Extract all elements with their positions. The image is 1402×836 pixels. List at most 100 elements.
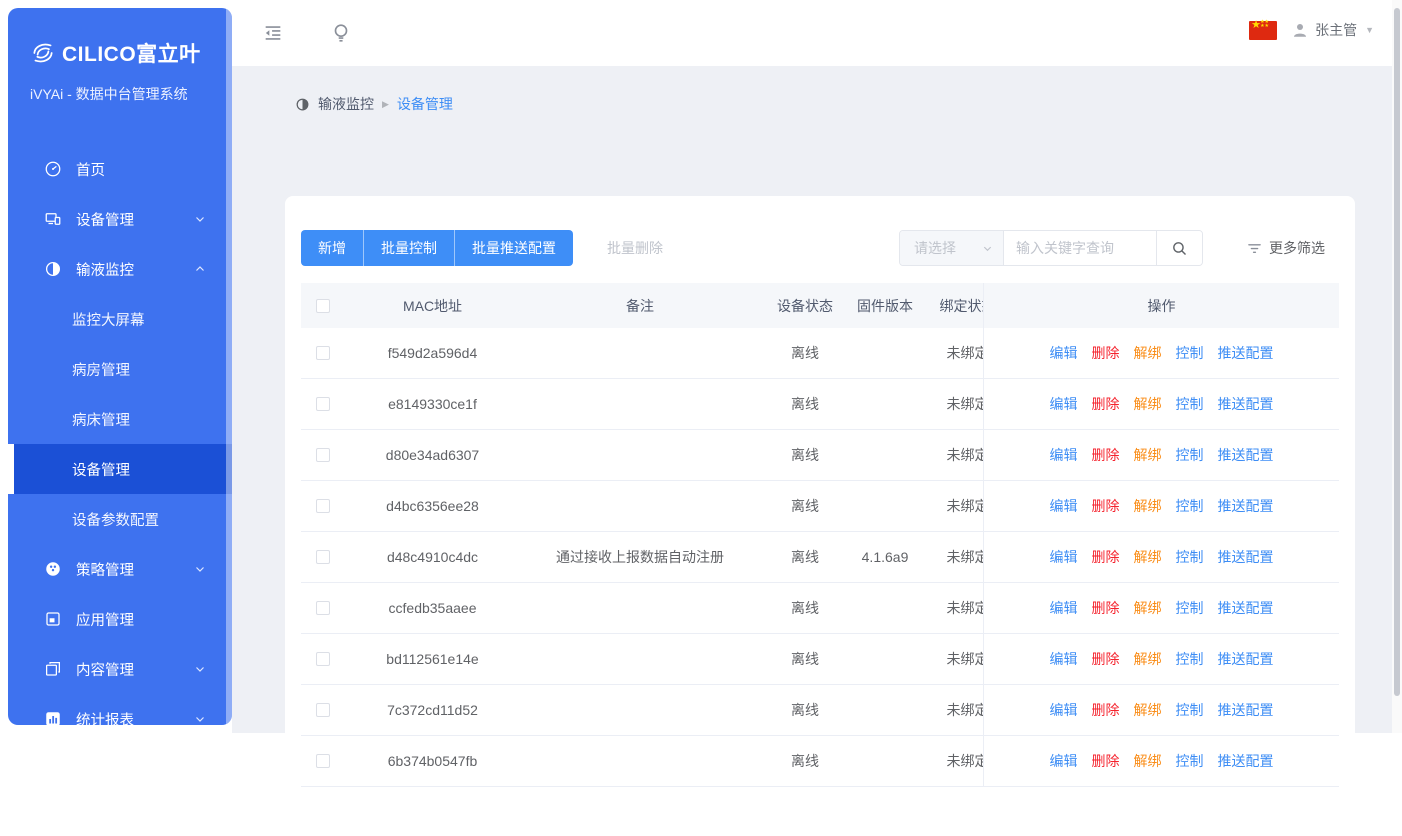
push-config-link[interactable]: 推送配置 — [1218, 496, 1274, 516]
delete-link[interactable]: 删除 — [1092, 649, 1120, 669]
control-link[interactable]: 控制 — [1176, 649, 1204, 669]
sidebar-subitem-monitor-screen[interactable]: 监控大屏幕 — [8, 294, 232, 344]
china-flag-icon[interactable]: ★ ★★★★ — [1249, 21, 1277, 40]
breadcrumb-page[interactable]: 设备管理 — [397, 94, 453, 114]
user-menu[interactable]: 张主管 ▼ — [1291, 20, 1374, 40]
table-body: f549d2a596d4 离线 未绑定 编辑 删除 解绑 控制 推送配置 e81… — [301, 328, 1339, 787]
push-config-link[interactable]: 推送配置 — [1218, 751, 1274, 771]
sidebar-item-infusion-monitor[interactable]: 输液监控 — [8, 244, 232, 294]
batch-control-button[interactable]: 批量控制 — [363, 230, 454, 266]
row-checkbox[interactable] — [316, 346, 330, 360]
edit-link[interactable]: 编辑 — [1050, 649, 1078, 669]
unbind-link[interactable]: 解绑 — [1134, 394, 1162, 414]
table-header: MAC地址 备注 设备状态 固件版本 绑定状态 操作 — [301, 283, 1339, 328]
select-all-checkbox[interactable] — [316, 299, 330, 313]
add-button[interactable]: 新增 — [301, 230, 363, 266]
status-cell: 离线 — [760, 598, 850, 618]
toolbar: 新增 批量控制 批量推送配置 批量删除 请选择 — [301, 230, 1339, 266]
lightbulb-icon[interactable] — [330, 22, 352, 44]
sidebar-item-strategy-mgmt[interactable]: 策略管理 — [8, 544, 232, 594]
sidebar-item-home[interactable]: 首页 — [8, 144, 232, 194]
unbind-link[interactable]: 解绑 — [1134, 751, 1162, 771]
breadcrumb-arrow-icon: ▶ — [382, 99, 389, 110]
sidebar-item-statistics-report[interactable]: 统计报表 — [8, 694, 232, 725]
control-link[interactable]: 控制 — [1176, 547, 1204, 567]
push-config-link[interactable]: 推送配置 — [1218, 598, 1274, 618]
content-area: 输液监控 ▶ 设备管理 新增 批量控制 批量推送配置 批量删除 请选择 — [232, 66, 1402, 733]
sidebar-item-content-mgmt[interactable]: 内容管理 — [8, 644, 232, 694]
unbind-link[interactable]: 解绑 — [1134, 496, 1162, 516]
collapse-menu-icon[interactable] — [262, 22, 284, 44]
keyword-search-input[interactable] — [1004, 231, 1156, 265]
sidebar-item-label: 统计报表 — [76, 709, 134, 726]
row-checkbox[interactable] — [316, 703, 330, 717]
push-config-link[interactable]: 推送配置 — [1218, 394, 1274, 414]
control-link[interactable]: 控制 — [1176, 700, 1204, 720]
batch-push-config-button[interactable]: 批量推送配置 — [454, 230, 573, 266]
unbind-link[interactable]: 解绑 — [1134, 700, 1162, 720]
row-actions: 编辑 删除 解绑 控制 推送配置 — [983, 328, 1339, 378]
control-link[interactable]: 控制 — [1176, 445, 1204, 465]
mac-cell: d80e34ad6307 — [345, 447, 520, 463]
more-filters-label: 更多筛选 — [1269, 238, 1325, 258]
row-checkbox[interactable] — [316, 754, 330, 768]
header-mac: MAC地址 — [345, 296, 520, 316]
edit-link[interactable]: 编辑 — [1050, 598, 1078, 618]
unbind-link[interactable]: 解绑 — [1134, 598, 1162, 618]
row-checkbox[interactable] — [316, 652, 330, 666]
control-link[interactable]: 控制 — [1176, 496, 1204, 516]
sidebar-item-device-mgmt[interactable]: 设备管理 — [8, 194, 232, 244]
page-scrollbar-thumb[interactable] — [1394, 8, 1400, 696]
edit-link[interactable]: 编辑 — [1050, 496, 1078, 516]
sidebar-subitem-ward-mgmt[interactable]: 病房管理 — [8, 344, 232, 394]
push-config-link[interactable]: 推送配置 — [1218, 547, 1274, 567]
sidebar-item-app-mgmt[interactable]: 应用管理 — [8, 594, 232, 644]
unbind-link[interactable]: 解绑 — [1134, 343, 1162, 363]
row-checkbox[interactable] — [316, 397, 330, 411]
batch-delete-button[interactable]: 批量删除 — [607, 238, 663, 258]
edit-link[interactable]: 编辑 — [1050, 700, 1078, 720]
delete-link[interactable]: 删除 — [1092, 394, 1120, 414]
push-config-link[interactable]: 推送配置 — [1218, 445, 1274, 465]
sidebar-scrollbar[interactable] — [226, 8, 232, 725]
delete-link[interactable]: 删除 — [1092, 598, 1120, 618]
row-checkbox[interactable] — [316, 601, 330, 615]
sidebar-subitem-bed-mgmt[interactable]: 病床管理 — [8, 394, 232, 444]
edit-link[interactable]: 编辑 — [1050, 343, 1078, 363]
control-link[interactable]: 控制 — [1176, 394, 1204, 414]
status-cell: 离线 — [760, 547, 850, 567]
content-icon — [44, 660, 62, 678]
row-actions: 编辑 删除 解绑 控制 推送配置 — [983, 583, 1339, 633]
delete-link[interactable]: 删除 — [1092, 343, 1120, 363]
search-button[interactable] — [1156, 231, 1202, 265]
edit-link[interactable]: 编辑 — [1050, 394, 1078, 414]
more-filters-button[interactable]: 更多筛选 — [1247, 238, 1325, 258]
push-config-link[interactable]: 推送配置 — [1218, 343, 1274, 363]
sidebar-subitem-device-params[interactable]: 设备参数配置 — [8, 494, 232, 544]
control-link[interactable]: 控制 — [1176, 343, 1204, 363]
delete-link[interactable]: 删除 — [1092, 700, 1120, 720]
row-checkbox[interactable] — [316, 550, 330, 564]
table-row: d48c4910c4dc 通过接收上报数据自动注册 离线 4.1.6a9 未绑定… — [301, 532, 1339, 583]
delete-link[interactable]: 删除 — [1092, 751, 1120, 771]
delete-link[interactable]: 删除 — [1092, 547, 1120, 567]
unbind-link[interactable]: 解绑 — [1134, 445, 1162, 465]
delete-link[interactable]: 删除 — [1092, 496, 1120, 516]
control-link[interactable]: 控制 — [1176, 598, 1204, 618]
row-checkbox[interactable] — [316, 499, 330, 513]
primary-button-group: 新增 批量控制 批量推送配置 — [301, 230, 573, 266]
push-config-link[interactable]: 推送配置 — [1218, 649, 1274, 669]
edit-link[interactable]: 编辑 — [1050, 547, 1078, 567]
filter-select[interactable]: 请选择 — [900, 231, 1004, 265]
push-config-link[interactable]: 推送配置 — [1218, 700, 1274, 720]
edit-link[interactable]: 编辑 — [1050, 751, 1078, 771]
control-link[interactable]: 控制 — [1176, 751, 1204, 771]
row-checkbox[interactable] — [316, 448, 330, 462]
sidebar-subitem-device-mgmt-active[interactable]: 设备管理 — [8, 444, 232, 494]
unbind-link[interactable]: 解绑 — [1134, 547, 1162, 567]
edit-link[interactable]: 编辑 — [1050, 445, 1078, 465]
unbind-link[interactable]: 解绑 — [1134, 649, 1162, 669]
delete-link[interactable]: 删除 — [1092, 445, 1120, 465]
page-scrollbar[interactable] — [1392, 0, 1402, 733]
chevron-down-icon — [982, 243, 993, 254]
